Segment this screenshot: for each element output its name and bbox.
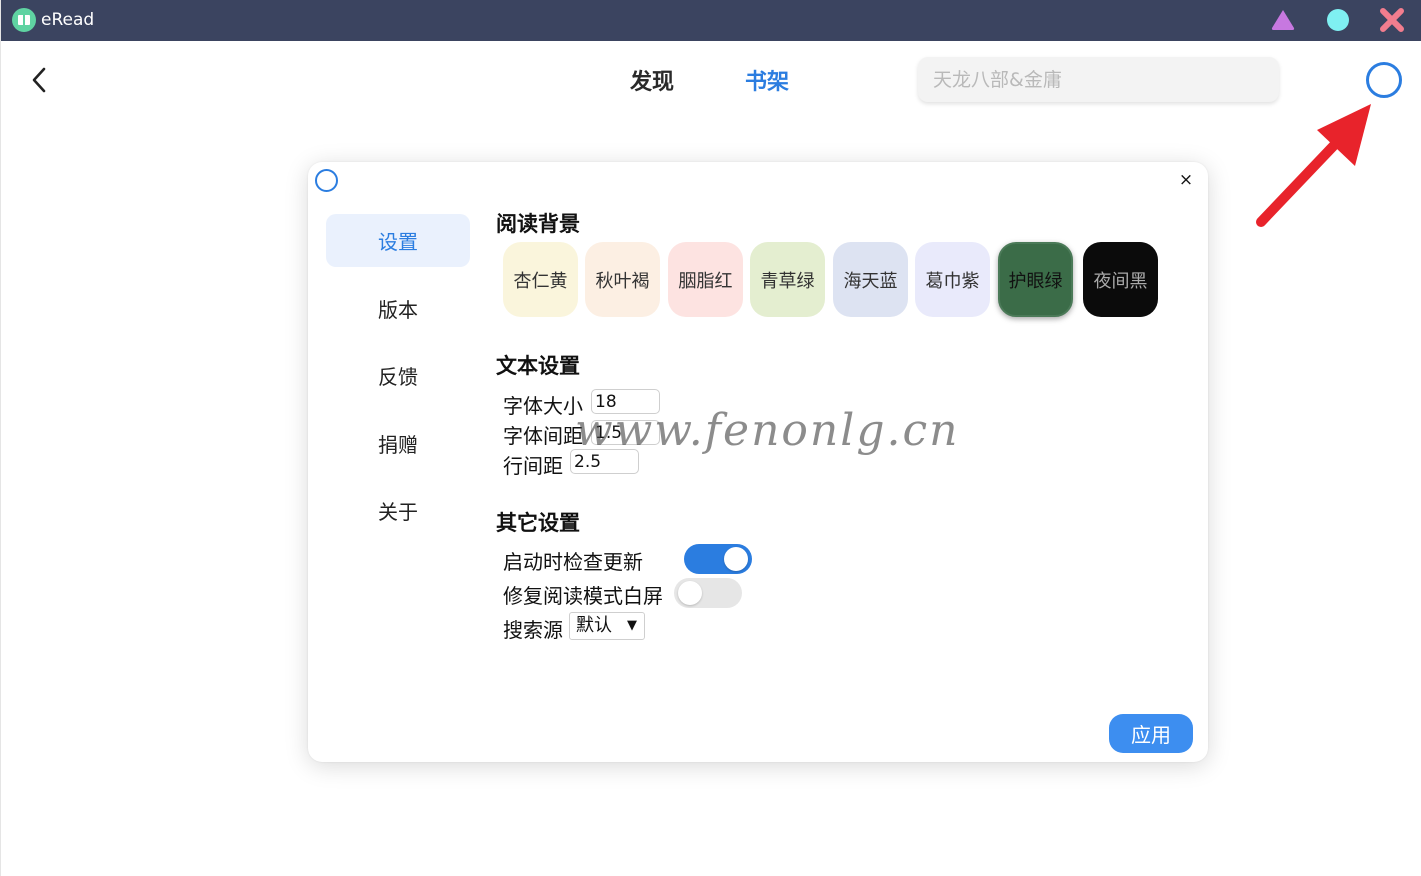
letter-spacing-input[interactable] <box>591 420 660 445</box>
back-arrow-icon[interactable] <box>27 66 53 94</box>
annotation-arrow-icon <box>1256 104 1371 227</box>
bg-swatch-autumn-brown[interactable]: 秋叶褐 <box>585 242 660 317</box>
line-height-label: 行间距 <box>503 454 563 478</box>
tab-bookshelf[interactable]: 书架 <box>745 64 789 96</box>
search-input[interactable] <box>918 57 1279 102</box>
title-bar: eRead <box>1 0 1421 41</box>
sidebar-item-donate[interactable]: 捐赠 <box>326 417 470 470</box>
dropdown-caret-icon: ▼ <box>627 618 637 633</box>
font-size-label: 字体大小 <box>503 394 583 418</box>
bg-swatch-lilac-purple[interactable]: 葛巾紫 <box>915 242 990 317</box>
bg-swatch-eye-care-green[interactable]: 护眼绿 <box>998 242 1073 317</box>
fix-white-screen-toggle[interactable] <box>674 578 742 608</box>
letter-spacing-label: 字体间距 <box>503 424 583 448</box>
app-logo-icon <box>12 8 36 32</box>
fix-white-screen-label: 修复阅读模式白屏 <box>503 584 663 608</box>
sidebar-item-settings[interactable]: 设置 <box>326 214 470 267</box>
check-update-label: 启动时检查更新 <box>503 550 643 574</box>
app-title: eRead <box>41 10 95 30</box>
apply-button[interactable]: 应用 <box>1109 714 1193 753</box>
app-window: eRead 发现 书架 × 设置 版本 反馈 捐赠 关于 阅读背景 杏仁黄 秋 <box>0 0 1421 876</box>
text-settings-title: 文本设置 <box>496 354 580 378</box>
sidebar-item-about[interactable]: 关于 <box>326 484 470 537</box>
maximize-circle-icon[interactable] <box>1326 8 1350 32</box>
search-source-value: 默认 <box>576 615 612 636</box>
bg-swatch-rouge-red[interactable]: 胭脂红 <box>668 242 743 317</box>
sidebar-item-feedback[interactable]: 反馈 <box>326 349 470 402</box>
settings-circle-button[interactable] <box>1366 62 1402 98</box>
close-window-icon[interactable] <box>1380 8 1404 32</box>
minimize-triangle-icon[interactable] <box>1271 8 1295 32</box>
search-source-label: 搜索源 <box>503 618 563 642</box>
bg-swatch-grass-green[interactable]: 青草绿 <box>750 242 825 317</box>
settings-modal: × 设置 版本 反馈 捐赠 关于 阅读背景 杏仁黄 秋叶褐 胭脂红 青草绿 海天… <box>308 162 1208 762</box>
font-size-input[interactable] <box>591 389 660 414</box>
reading-background-title: 阅读背景 <box>496 212 580 236</box>
modal-ring-icon <box>315 169 338 192</box>
bg-swatch-sky-blue[interactable]: 海天蓝 <box>833 242 908 317</box>
tab-discover[interactable]: 发现 <box>630 64 674 96</box>
bg-swatch-night-black[interactable]: 夜间黑 <box>1083 242 1158 317</box>
modal-close-button[interactable]: × <box>1177 170 1195 190</box>
search-source-select[interactable]: 默认 ▼ <box>569 612 645 640</box>
other-settings-title: 其它设置 <box>496 511 580 535</box>
sidebar-item-version[interactable]: 版本 <box>326 282 470 335</box>
line-height-input[interactable] <box>570 449 639 474</box>
bg-swatch-almond-yellow[interactable]: 杏仁黄 <box>503 242 578 317</box>
check-update-toggle[interactable] <box>684 544 752 574</box>
